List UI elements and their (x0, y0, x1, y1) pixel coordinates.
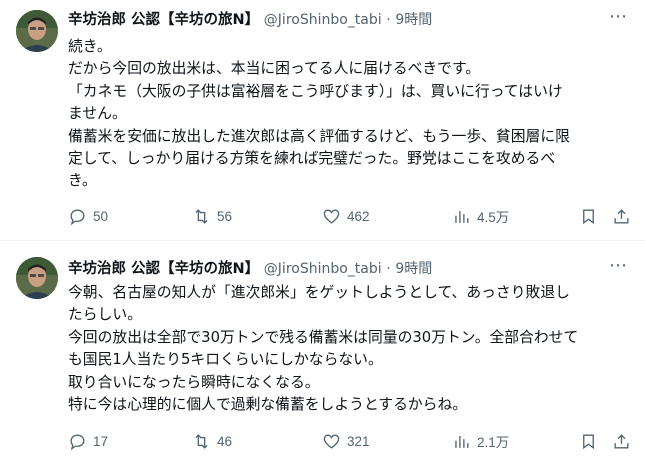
action-bar: 17 46 321 2.1万 (68, 430, 629, 452)
timestamp[interactable]: 9時間 (395, 12, 432, 28)
author-name[interactable]: 辛坊治郎 公認【辛坊の旅N】 (68, 12, 259, 28)
tweet-text: 続き。 だから今回の放出米は、本当に困ってる人に届けるべきです。 「カネモ（大阪… (68, 36, 631, 193)
tweet-line: 備蓄米を安価に放出した進次郎は高く評価するけど、もう一歩、貧困層に限 (68, 127, 570, 145)
author-name[interactable]: 辛坊治郎 公認【辛坊の旅N】 (68, 261, 259, 277)
tweet-line: たらしい。 (68, 306, 142, 324)
bar-chart-icon (455, 210, 469, 223)
repost-arrows-icon (195, 433, 208, 449)
bar-chart-icon (455, 435, 469, 448)
repost-button[interactable]: 46 (192, 430, 232, 452)
author-handle[interactable]: @JiroShinbo_tabi (264, 12, 382, 28)
like-button[interactable]: 462 (322, 205, 370, 227)
timestamp[interactable]: 9時間 (395, 261, 432, 277)
more-dots-icon[interactable]: ⋯ (607, 8, 629, 31)
like-button[interactable]: 321 (322, 430, 370, 452)
share-upload-icon (614, 433, 629, 449)
heart-icon (323, 208, 340, 224)
like-count: 321 (347, 433, 370, 449)
tweet-line: 取り合いになったら瞬時になくなる。 (68, 373, 320, 391)
tweet-line: だから今回の放出米は、本当に困ってる人に届けるべきです。 (68, 60, 481, 78)
separator-dot: · (386, 12, 391, 28)
tweet-header: 辛坊治郎 公認【辛坊の旅N】 @JiroShinbo_tabi · 9時間 ⋯ (68, 8, 629, 31)
share-button[interactable] (612, 205, 631, 227)
author-handle[interactable]: @JiroShinbo_tabi (264, 261, 382, 277)
repost-count: 56 (217, 208, 233, 224)
view-count: 4.5万 (477, 210, 510, 225)
tweet-line: 続き。 (68, 38, 112, 55)
tweet[interactable]: 辛坊治郎 公認【辛坊の旅N】 @JiroShinbo_tabi · 9時間 ⋯ … (0, 240, 645, 462)
tweet[interactable]: 辛坊治郎 公認【辛坊の旅N】 @JiroShinbo_tabi · 9時間 ⋯ … (0, 0, 645, 240)
tweet-line: 定して、しっかり届ける方策を練れば完璧だった。野党はここを攻めるべ (68, 150, 556, 168)
tweet-line: 特に今は心理的に個人で過剰な備蓄をしようとするからね。 (68, 396, 468, 414)
share-upload-icon (614, 208, 629, 224)
separator-dot: · (386, 261, 391, 277)
tweet-line: も国民1人当たり5キロくらいにしかならない。 (68, 351, 383, 369)
reply-button[interactable]: 50 (68, 205, 108, 227)
action-bar: 50 56 462 4.5万 (68, 205, 629, 227)
reply-count: 17 (93, 433, 109, 449)
tweet-line: 今朝、名古屋の知人が「進次郎米」をゲットしようとして、あっさり敗退し (68, 284, 570, 301)
speech-bubble-icon (70, 208, 85, 225)
avatar[interactable] (16, 10, 58, 52)
repost-arrows-icon (195, 208, 208, 224)
speech-bubble-icon (70, 433, 85, 450)
views-button[interactable]: 4.5万 (452, 205, 509, 227)
share-button[interactable] (612, 430, 631, 452)
tweet-line: ません。 (68, 105, 127, 123)
reply-count: 50 (93, 208, 109, 224)
reply-button[interactable]: 17 (68, 430, 108, 452)
tweet-header: 辛坊治郎 公認【辛坊の旅N】 @JiroShinbo_tabi · 9時間 ⋯ (68, 257, 629, 280)
tweet-line: き。 (68, 172, 97, 190)
heart-icon (323, 433, 340, 449)
bookmark-icon (583, 208, 594, 224)
avatar[interactable] (16, 257, 58, 299)
like-count: 462 (347, 208, 370, 224)
bookmark-button[interactable] (579, 205, 598, 227)
tweet-line: 「カネモ（大阪の子供は富裕層をこう呼びます）」は、買いに行ってはいけ (68, 82, 563, 100)
repost-button[interactable]: 56 (192, 205, 232, 227)
tweet-line: 今回の放出は全部で30万トンで残る備蓄米は同量の30万トン。全部合わせて (68, 328, 579, 346)
bookmark-icon (583, 433, 594, 449)
view-count: 2.1万 (477, 435, 510, 450)
more-dots-icon[interactable]: ⋯ (607, 257, 629, 280)
repost-count: 46 (217, 433, 233, 449)
bookmark-button[interactable] (579, 430, 598, 452)
views-button[interactable]: 2.1万 (452, 430, 509, 452)
tweet-text: 今朝、名古屋の知人が「進次郎米」をゲットしようとして、あっさり敗退し たらしい。… (68, 282, 631, 416)
